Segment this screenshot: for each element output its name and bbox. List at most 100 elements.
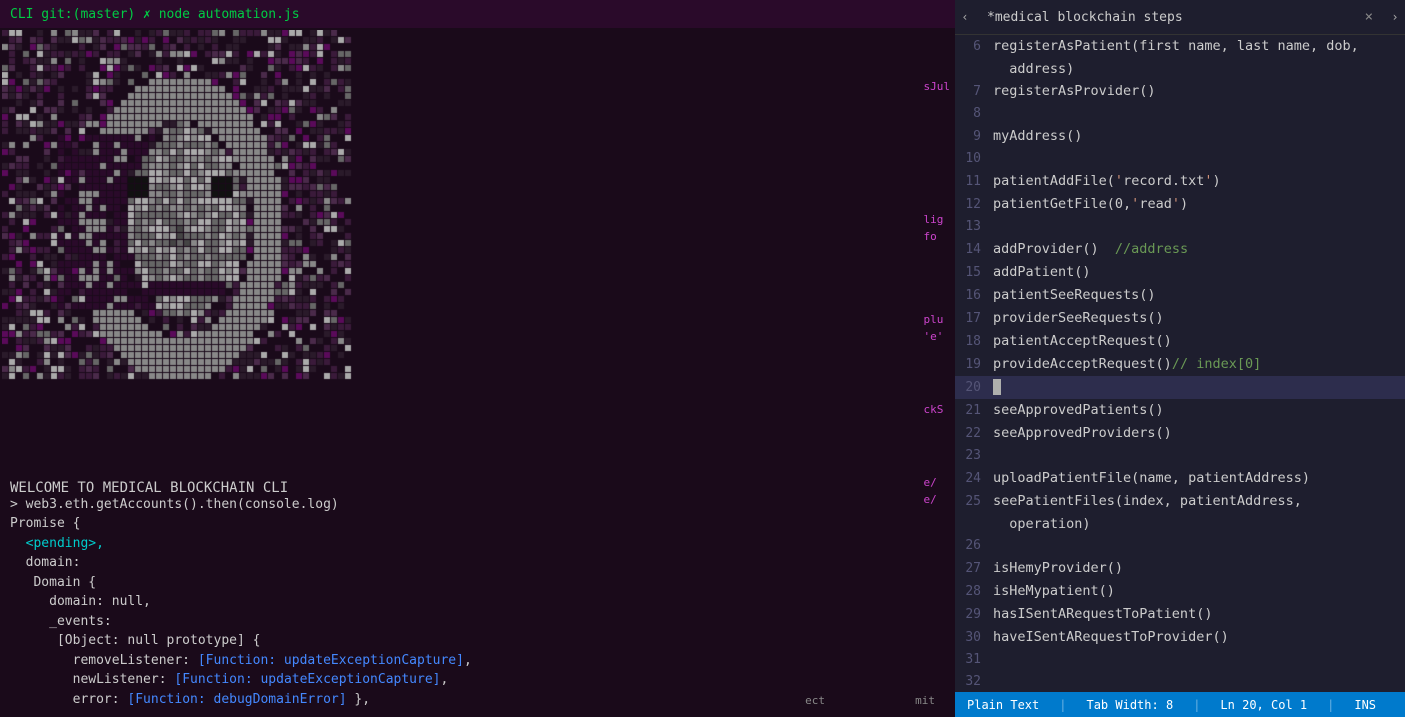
line-text: isHeMypatient()	[993, 580, 1115, 602]
line-number: 22	[955, 423, 993, 445]
code-line: 21seeApprovedPatients()	[955, 399, 1405, 422]
code-line: 28isHeMypatient()	[955, 580, 1405, 603]
code-line: 25seePatientFiles(index, patientAddress,	[955, 490, 1405, 513]
line-text: addPatient()	[993, 261, 1091, 283]
side-label-1: sJul	[924, 80, 951, 93]
code-line: 24uploadPatientFile(name, patientAddress…	[955, 467, 1405, 490]
term-mit: mit	[915, 693, 935, 710]
editor-code-area[interactable]: 6registerAsPatient(first name, last name…	[955, 35, 1405, 692]
line-text: hasISentARequestToPatient()	[993, 603, 1212, 625]
line-text: patientAcceptRequest()	[993, 330, 1172, 352]
line-text: registerAsPatient(first name, last name,…	[993, 35, 1359, 57]
term-remove: removeListener: [Function: updateExcepti…	[10, 651, 945, 671]
line-number: 10	[955, 148, 993, 170]
tab-left-arrow[interactable]: ‹	[955, 0, 975, 34]
editor-panel: ‹ *medical blockchain steps × › 6registe…	[955, 0, 1405, 717]
cursor	[993, 379, 1001, 395]
code-line: 31	[955, 649, 1405, 671]
term-promise: Promise {	[10, 514, 945, 534]
line-number: 25	[955, 491, 993, 513]
term-prompt: > web3.eth.getAccounts().then(console.lo…	[10, 495, 945, 515]
line-text: patientGetFile(0,'read')	[993, 193, 1188, 215]
code-line: 11patientAddFile('record.txt')	[955, 170, 1405, 193]
line-number: 13	[955, 216, 993, 238]
terminal-side-labels: sJul lig fo plu 'e' ckS e/ e/	[924, 80, 951, 506]
line-text: operation)	[993, 513, 1091, 535]
code-line: 17providerSeeRequests()	[955, 307, 1405, 330]
editor-active-tab[interactable]: *medical blockchain steps ×	[975, 0, 1385, 34]
line-text: seeApprovedProviders()	[993, 422, 1172, 444]
line-number: 12	[955, 194, 993, 216]
code-line: operation)	[955, 513, 1405, 535]
line-number: 27	[955, 558, 993, 580]
tab-close-button[interactable]: ×	[1365, 9, 1373, 25]
code-line: 13	[955, 216, 1405, 238]
side-label-3: fo	[924, 230, 951, 243]
code-line: 19provideAcceptRequest()// index[0]	[955, 353, 1405, 376]
line-number: 29	[955, 604, 993, 626]
side-label-6: ckS	[924, 403, 951, 416]
line-number: 18	[955, 331, 993, 353]
status-position: Ln 20, Col 1	[1220, 698, 1307, 712]
term-obj: [Object: null prototype] {	[10, 631, 945, 651]
line-number: 28	[955, 581, 993, 603]
line-text: myAddress()	[993, 125, 1082, 147]
tab-title: *medical blockchain steps	[987, 10, 1183, 25]
status-mode: INS	[1354, 698, 1376, 712]
term-domain-class: Domain {	[10, 573, 945, 593]
line-number: 17	[955, 308, 993, 330]
code-line: 22seeApprovedProviders()	[955, 422, 1405, 445]
code-line: 27isHemyProvider()	[955, 557, 1405, 580]
code-line: 16patientSeeRequests()	[955, 284, 1405, 307]
line-number: 32	[955, 671, 993, 692]
line-text	[993, 376, 1001, 398]
editor-statusbar: Plain Text | Tab Width: 8 | Ln 20, Col 1…	[955, 692, 1405, 717]
code-line: 23	[955, 445, 1405, 467]
line-number: 26	[955, 535, 993, 557]
status-tab-width[interactable]: Tab Width: 8	[1086, 698, 1173, 712]
line-number: 23	[955, 445, 993, 467]
term-new-listener: newListener: [Function: updateExceptionC…	[10, 670, 945, 690]
code-line: 7registerAsProvider()	[955, 80, 1405, 103]
side-label-5: 'e'	[924, 330, 951, 343]
term-pending: <pending>,	[10, 534, 945, 554]
line-number: 7	[955, 81, 993, 103]
line-text: uploadPatientFile(name, patientAddress)	[993, 467, 1310, 489]
code-line: 6registerAsPatient(first name, last name…	[955, 35, 1405, 58]
line-text: provideAcceptRequest()// index[0]	[993, 353, 1261, 375]
code-line: 30haveISentARequestToProvider()	[955, 626, 1405, 649]
line-text: registerAsProvider()	[993, 80, 1156, 102]
line-text: providerSeeRequests()	[993, 307, 1164, 329]
code-line: 18patientAcceptRequest()	[955, 330, 1405, 353]
code-line: 9myAddress()	[955, 125, 1405, 148]
ascii-art	[0, 28, 360, 478]
line-number: 30	[955, 627, 993, 649]
line-text: isHemyProvider()	[993, 557, 1123, 579]
code-line: 10	[955, 148, 1405, 170]
side-label-4: plu	[924, 313, 951, 326]
tab-right-arrow[interactable]: ›	[1385, 0, 1405, 34]
line-number: 9	[955, 126, 993, 148]
line-number: 16	[955, 285, 993, 307]
line-text: haveISentARequestToProvider()	[993, 626, 1229, 648]
term-ect: ect	[805, 693, 825, 710]
line-text: addProvider() //address	[993, 238, 1188, 260]
terminal-lines: > web3.eth.getAccounts().then(console.lo…	[0, 487, 955, 717]
line-number: 14	[955, 239, 993, 261]
terminal-panel: CLI git:(master) ✗ node automation.js sJ…	[0, 0, 955, 717]
status-language[interactable]: Plain Text	[967, 698, 1039, 712]
line-text: seeApprovedPatients()	[993, 399, 1164, 421]
editor-tab-bar: ‹ *medical blockchain steps × ›	[955, 0, 1405, 35]
line-number: 20	[955, 377, 993, 399]
code-line: address)	[955, 58, 1405, 80]
term-domain: domain:	[10, 553, 945, 573]
line-number: 6	[955, 36, 993, 58]
line-text: patientAddFile('record.txt')	[993, 170, 1221, 192]
terminal-output-area: WELCOME TO MEDICAL BLOCKCHAIN CLI > web3…	[0, 701, 955, 717]
code-line: 20	[955, 376, 1405, 399]
code-line: 8	[955, 103, 1405, 125]
code-line: 15addPatient()	[955, 261, 1405, 284]
line-number: 8	[955, 103, 993, 125]
code-line: 26	[955, 535, 1405, 557]
terminal-topbar: CLI git:(master) ✗ node automation.js	[0, 0, 955, 28]
